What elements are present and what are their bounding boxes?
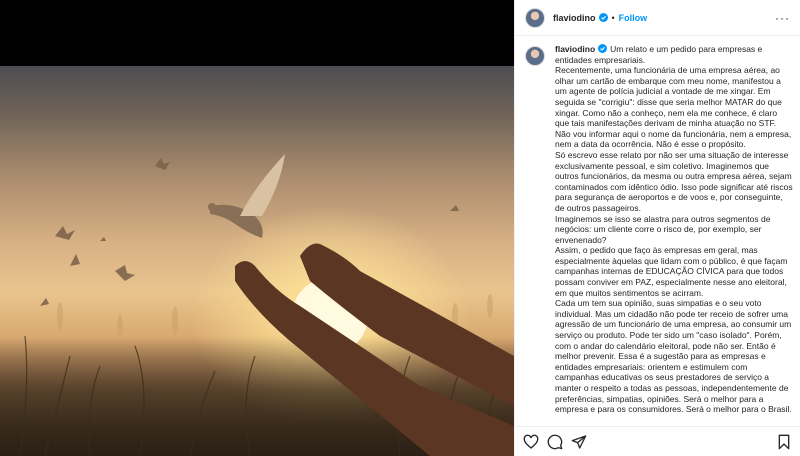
post-header: flaviodino • Follow ··· xyxy=(515,0,800,36)
comment-icon[interactable] xyxy=(547,434,563,450)
post-actions-bar xyxy=(515,426,800,456)
bookmark-icon[interactable] xyxy=(776,434,792,450)
follow-button[interactable]: Follow xyxy=(619,13,648,23)
caption: flaviodino Um relato e um pedido para emp… xyxy=(555,44,793,415)
verified-badge-icon xyxy=(598,13,608,22)
caption-text: Um relato e um pedido para empresas e en… xyxy=(555,44,793,415)
username[interactable]: flaviodino xyxy=(553,13,596,23)
avatar[interactable] xyxy=(525,7,545,28)
photo-illustration xyxy=(19,154,514,456)
caption-username[interactable]: flaviodino xyxy=(555,44,595,54)
caption-container: flaviodino Um relato e um pedido para emp… xyxy=(555,44,793,418)
post-media[interactable] xyxy=(0,0,514,456)
verified-badge-icon xyxy=(598,44,608,53)
instagram-post-view: flaviodino • Follow ··· flaviodino Um rel… xyxy=(0,0,800,456)
separator-dot: • xyxy=(611,12,615,23)
post-photo xyxy=(0,66,514,456)
post-side-panel: flaviodino • Follow ··· flaviodino Um rel… xyxy=(514,0,800,456)
more-options-icon[interactable]: ··· xyxy=(775,11,790,25)
paper-plane-icon[interactable] xyxy=(571,434,587,450)
post-caption-section: flaviodino Um relato e um pedido para emp… xyxy=(525,44,794,418)
heart-icon[interactable] xyxy=(523,434,539,450)
avatar[interactable] xyxy=(525,46,545,66)
